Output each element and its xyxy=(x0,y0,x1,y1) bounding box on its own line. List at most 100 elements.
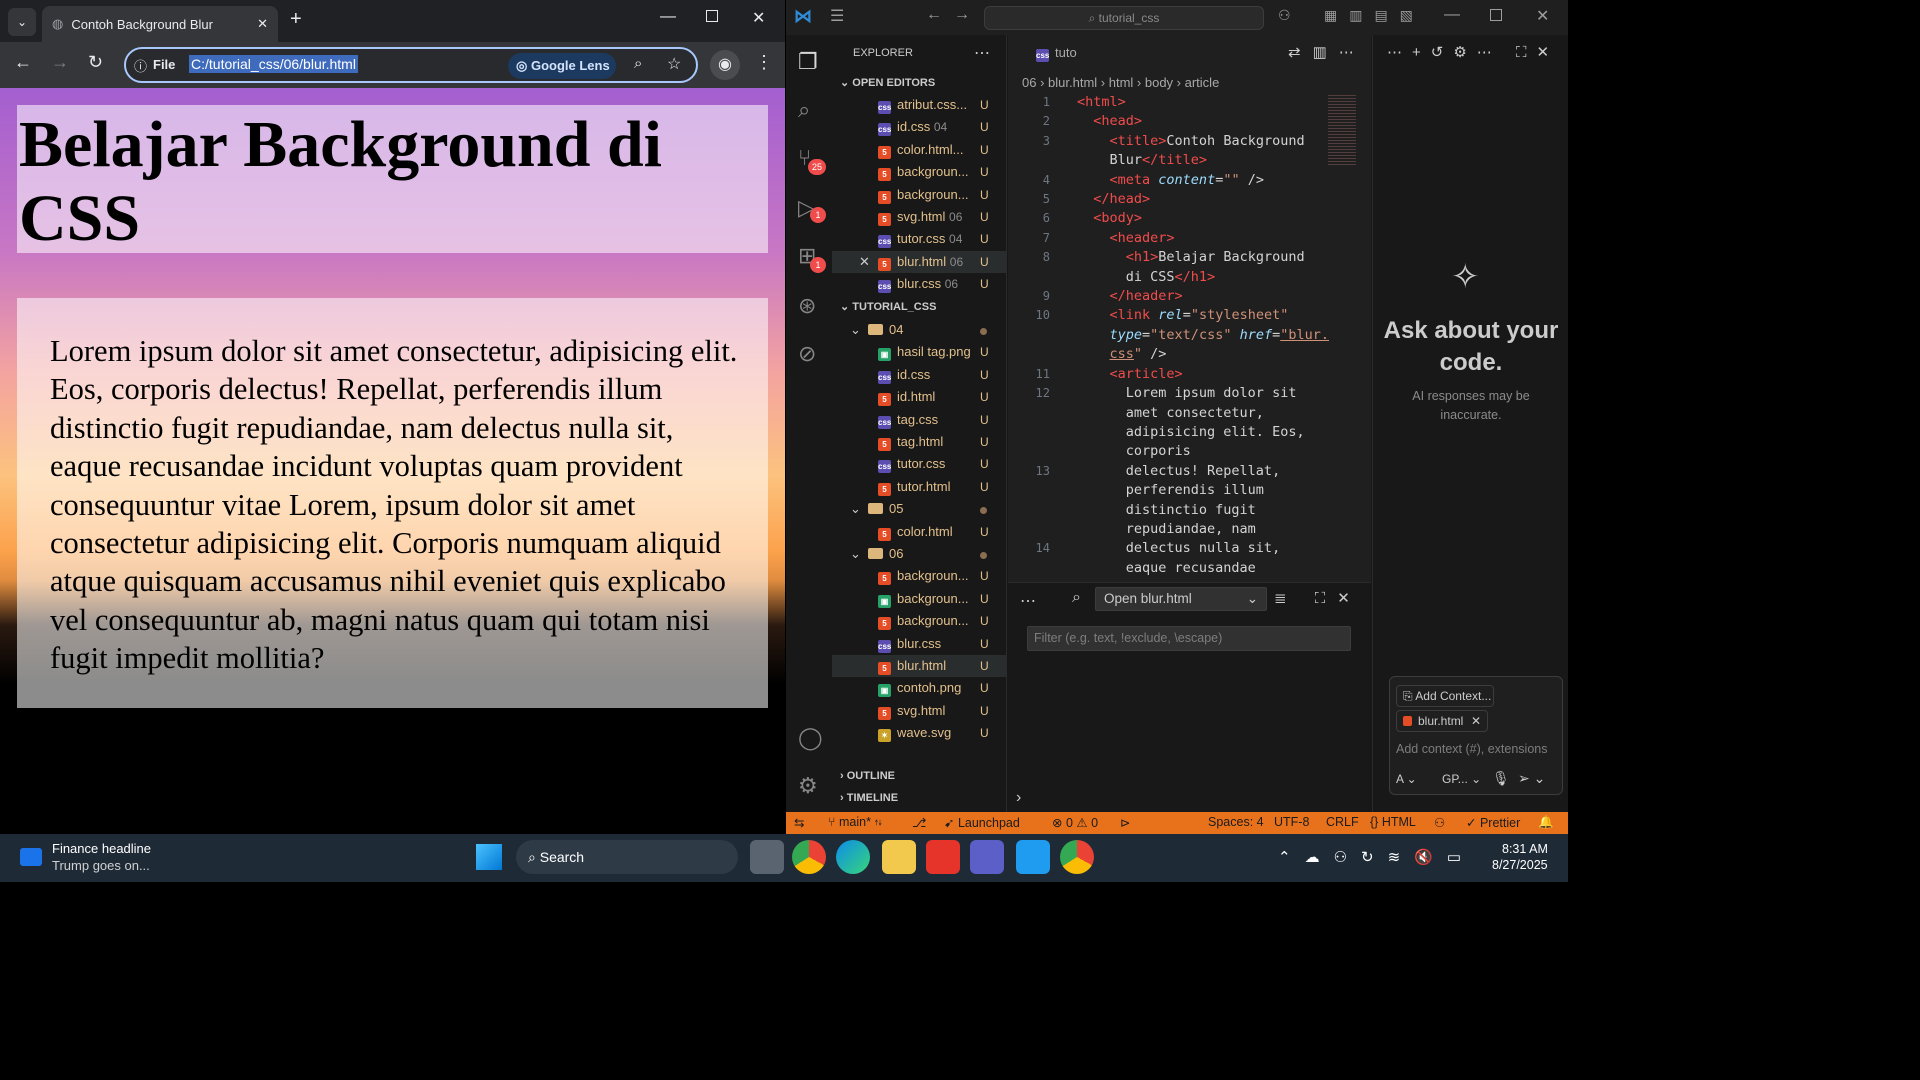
wps-office-icon[interactable] xyxy=(926,840,960,874)
system-tray[interactable]: ⌃☁⚇↻≋🔇▭ xyxy=(1278,848,1475,866)
chevron-right-icon[interactable]: › xyxy=(1016,789,1021,807)
tree-file[interactable]: css tutor.css U xyxy=(832,453,1006,475)
tree-file[interactable]: ✶ wave.svg U xyxy=(832,722,1006,744)
microphone-icon[interactable]: 🎙 xyxy=(1492,770,1510,787)
tree-file[interactable]: 5 tutor.html U xyxy=(832,476,1006,498)
context-chip[interactable]: blur.html ✕ xyxy=(1396,710,1488,732)
model-picker[interactable]: GP... ⌄ xyxy=(1442,772,1481,786)
breadcrumb[interactable]: 06 › blur.html › html › body › article xyxy=(1022,75,1219,90)
tree-file[interactable]: 5 backgroun... U xyxy=(832,565,1006,587)
debug-status-icon[interactable]: ⊳ xyxy=(1120,815,1130,830)
browser-tab[interactable]: ◍ Contoh Background Blur ✕ xyxy=(42,6,278,42)
remove-context-icon[interactable]: ✕ xyxy=(1471,711,1481,731)
reload-icon[interactable]: ↻ xyxy=(88,52,103,73)
profile-icon[interactable]: ◉ xyxy=(710,50,740,80)
command-center-search[interactable]: ⌕ tutorial_css xyxy=(984,6,1264,30)
explorer-icon[interactable]: ❐ xyxy=(798,49,818,75)
branch-status[interactable]: ⑂ main* ⇅ xyxy=(828,815,882,829)
close-editor-icon[interactable]: ✕ xyxy=(859,251,870,273)
git-graph-icon[interactable]: ⊛ xyxy=(798,293,816,319)
open-editor-item[interactable]: 5 svg.html 06 U xyxy=(832,206,1006,228)
open-editor-item[interactable]: css blur.css 06 U xyxy=(832,273,1006,295)
vscode-maximize-button[interactable] xyxy=(1490,9,1502,21)
breadcrumb-item[interactable]: blur.html xyxy=(1048,75,1097,90)
add-context-button[interactable]: ⎘ Add Context... xyxy=(1396,685,1494,707)
browser-menu-icon[interactable]: ⋮ xyxy=(755,52,773,73)
back-arrow-icon[interactable]: ← xyxy=(14,52,32,73)
open-editor-item[interactable]: ✕ 5 blur.html 06 U xyxy=(832,250,1006,273)
outline-header[interactable]: › OUTLINE xyxy=(840,770,895,782)
edge-taskbar-icon[interactable] xyxy=(836,840,870,874)
open-editor-item[interactable]: css atribut.css... U xyxy=(832,94,1006,116)
info-icon[interactable]: ⓘ xyxy=(134,56,147,75)
task-view-icon[interactable] xyxy=(750,840,784,874)
tree-file[interactable]: ▣ contoh.png U xyxy=(832,677,1006,699)
tree-file[interactable]: 5 svg.html U xyxy=(832,700,1006,722)
tree-file[interactable]: 5 color.html U xyxy=(832,521,1006,543)
open-editor-item[interactable]: css id.css 04 U xyxy=(832,116,1006,138)
nav-back-icon[interactable]: ← xyxy=(926,6,942,24)
tab-close-icon[interactable]: ✕ xyxy=(257,16,268,32)
tree-folder[interactable]: ⌄ 04 xyxy=(832,319,1006,341)
chrome-taskbar-icon[interactable] xyxy=(792,840,826,874)
quick-open-dropdown[interactable]: Open blur.html ⌄ xyxy=(1095,587,1267,611)
url-text[interactable]: C:/tutorial_css/06/blur.html xyxy=(189,55,358,73)
tree-file[interactable]: 5 id.html U xyxy=(832,386,1006,408)
chat-input[interactable]: Add context (#), extensions xyxy=(1396,742,1560,756)
tree-file[interactable]: css id.css U xyxy=(832,364,1006,386)
tree-file[interactable]: ▣ hasil tag.png U xyxy=(832,341,1006,363)
indentation-status[interactable]: Spaces: 4 xyxy=(1208,815,1264,829)
tree-file[interactable]: ▣ backgroun... U xyxy=(832,588,1006,610)
open-editor-item[interactable]: 5 backgroun... U xyxy=(832,184,1006,206)
timeline-header[interactable]: › TIMELINE xyxy=(840,792,898,804)
search-view-icon[interactable]: ⌕ xyxy=(798,97,810,123)
maximize-button[interactable] xyxy=(706,10,718,22)
address-bar[interactable]: ⓘ File C:/tutorial_css/06/blur.html ◎ Go… xyxy=(124,47,698,83)
teams-icon[interactable] xyxy=(970,840,1004,874)
encoding-status[interactable]: UTF-8 xyxy=(1274,815,1309,829)
taskbar-search[interactable]: ⌕ Search xyxy=(516,840,738,874)
editor-tab[interactable]: css tuto xyxy=(1036,45,1077,62)
filter-input[interactable]: Filter (e.g. text, !exclude, \escape) xyxy=(1027,626,1351,651)
minimap[interactable] xyxy=(1328,95,1356,165)
breadcrumb-item[interactable]: article xyxy=(1185,75,1220,90)
clock-time[interactable]: 8:31 AM xyxy=(1502,842,1548,856)
tree-file[interactable]: css tag.css U xyxy=(832,409,1006,431)
copilot-status-icon[interactable]: ⚇ xyxy=(1434,815,1445,830)
nav-forward-icon[interactable]: → xyxy=(954,6,970,24)
eol-status[interactable]: CRLF xyxy=(1326,815,1359,829)
bookmark-star-icon[interactable]: ☆ xyxy=(667,54,681,74)
tab-search-button[interactable]: ⌄ xyxy=(8,8,36,36)
problems-status[interactable]: ⊗ 0 ⚠ 0 xyxy=(1052,815,1098,830)
panel-more-icon[interactable]: ⋯ xyxy=(1020,591,1036,611)
vscode-close-button[interactable]: ✕ xyxy=(1536,6,1549,26)
vscode-minimize-button[interactable]: — xyxy=(1444,6,1460,24)
launchpad-status[interactable]: ➹ Launchpad xyxy=(944,815,1020,830)
panel-actions[interactable]: ≣ ⛶✕ xyxy=(1274,589,1362,607)
tree-file[interactable]: 5 tag.html U xyxy=(832,431,1006,453)
chat-input-box[interactable]: ⎘ Add Context... blur.html ✕ Add context … xyxy=(1389,676,1563,795)
git-extra-icon[interactable]: ⎇ xyxy=(912,815,926,830)
file-explorer-icon[interactable] xyxy=(882,840,916,874)
remote-explorer-icon[interactable]: ⊘ xyxy=(798,341,816,367)
code-editor[interactable]: css tuto ⇄▥⋯ 06 › blur.html › html › body… xyxy=(1008,35,1371,582)
tree-file[interactable]: 5 blur.html U xyxy=(832,655,1006,677)
open-editors-header[interactable]: ⌄ OPEN EDITORS xyxy=(840,76,935,89)
zoom-icon[interactable]: ⌕ xyxy=(634,55,642,72)
chat-toolbar[interactable]: ⋯+↺⚙⋯ ⛶✕ xyxy=(1387,43,1559,61)
mode-picker[interactable]: A ⌄ xyxy=(1396,772,1417,786)
tree-folder[interactable]: ⌄ 06 xyxy=(832,543,1006,565)
open-editor-item[interactable]: 5 color.html... U xyxy=(832,139,1006,161)
forward-arrow-icon[interactable]: → xyxy=(51,52,69,73)
chrome-active-taskbar-icon[interactable] xyxy=(1060,840,1094,874)
clock-date[interactable]: 8/27/2025 xyxy=(1492,858,1548,872)
open-editor-item[interactable]: 5 backgroun... U xyxy=(832,161,1006,183)
copilot-icon[interactable]: ⚇ xyxy=(1278,7,1291,24)
open-editor-item[interactable]: css tutor.css 04 U xyxy=(832,228,1006,250)
settings-gear-icon[interactable]: ⚙ xyxy=(798,773,818,799)
accounts-icon[interactable]: ◯ xyxy=(798,725,823,751)
new-tab-button[interactable]: + xyxy=(290,8,302,31)
minimize-button[interactable]: — xyxy=(660,8,676,26)
tree-file[interactable]: css blur.css U xyxy=(832,633,1006,655)
menu-icon[interactable]: ☰ xyxy=(830,6,844,26)
